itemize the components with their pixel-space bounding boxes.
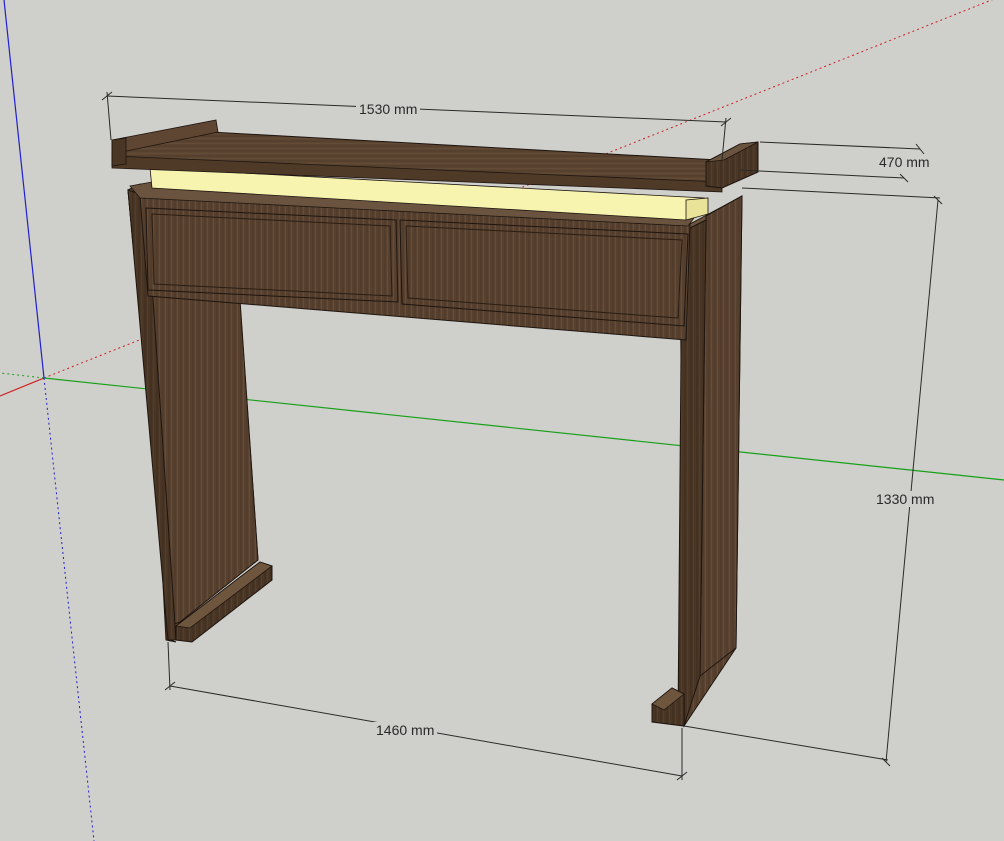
dimension-label-height[interactable]: 1330 mm bbox=[873, 491, 938, 507]
green-axis-dotted bbox=[0, 372, 45, 379]
blue-axis-solid bbox=[3, 0, 45, 379]
dimension-label-bottom-width[interactable]: 1460 mm bbox=[373, 722, 438, 738]
dimension-label-top-width[interactable]: 1530 mm bbox=[356, 101, 421, 117]
drawer-left[interactable] bbox=[145, 207, 399, 303]
modeling-viewport[interactable]: 1530 mm 470 mm 1330 mm 1460 mm bbox=[0, 0, 1004, 841]
dimension-label-depth[interactable]: 470 mm bbox=[876, 154, 933, 170]
blue-axis-dotted bbox=[43, 377, 95, 841]
red-axis-solid bbox=[0, 377, 45, 397]
dimension-bottom-width[interactable] bbox=[164, 641, 688, 781]
3d-scene[interactable] bbox=[0, 0, 1004, 841]
